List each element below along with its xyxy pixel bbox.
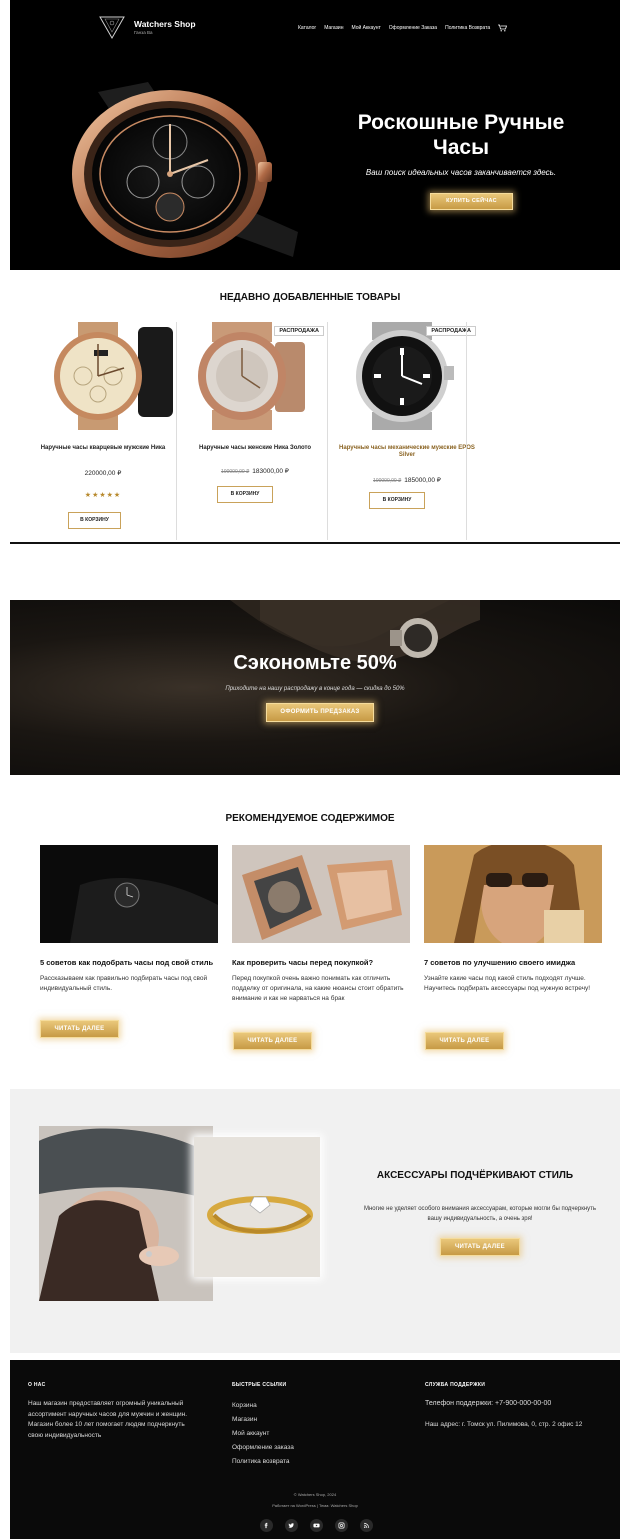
footer-about-heading: О НАС: [28, 1382, 46, 1388]
add-to-cart-button[interactable]: В КОРЗИНУ: [68, 512, 121, 529]
buy-now-button[interactable]: КУПИТЬ СЕЙЧАС: [430, 193, 513, 210]
product-name[interactable]: Наручные часы механические мужские EPOS …: [332, 445, 482, 459]
youtube-icon[interactable]: [310, 1519, 323, 1532]
logo-title: Watchers Shop: [134, 19, 196, 29]
read-more-button[interactable]: ЧИТАТЬ ДАЛЕЕ: [440, 1238, 520, 1256]
footer-about-text: Наш магазин предоставляет огромный уника…: [28, 1400, 188, 1439]
nav-item-returns[interactable]: Политика Возврата: [445, 25, 490, 31]
product-divider: [176, 322, 177, 540]
nav-item-catalog[interactable]: Каталог: [298, 25, 316, 31]
social-links: [260, 1519, 373, 1532]
footer-link-account[interactable]: Мой аккаунт: [232, 1427, 294, 1441]
post-excerpt: Узнайте какие часы под какой стиль подхо…: [424, 975, 591, 992]
product-price: 220000,00 ₽: [84, 470, 122, 477]
sale-promo-banner: Сэкономьте 50% Приходите на нашу распрод…: [10, 600, 620, 775]
hero-subtitle: Ваш поиск идеальных часов заканчивается …: [365, 168, 557, 177]
post-title[interactable]: 7 советов по улучшению своего имиджа: [424, 958, 602, 968]
product-price: 185000,00 ₽: [404, 477, 441, 484]
footer-links: Корзина Магазин Мой аккаунт Оформление з…: [232, 1399, 294, 1469]
post-excerpt: Рассказываем как правильно подбирать час…: [40, 975, 208, 992]
logo-subtitle: Ганза Ва: [134, 30, 153, 35]
ring-image: [194, 1137, 320, 1277]
post-title[interactable]: Как проверить часы перед покупкой?: [232, 958, 410, 968]
read-more-button[interactable]: ЧИТАТЬ ДАЛЕЕ: [233, 1032, 312, 1050]
product-image[interactable]: [28, 322, 178, 430]
footer-link-checkout[interactable]: Оформление заказа: [232, 1441, 294, 1455]
instagram-icon[interactable]: [335, 1519, 348, 1532]
woman-hat-image: [39, 1126, 213, 1301]
cart-icon[interactable]: [498, 24, 508, 32]
product-rating-stars: ★★★★★: [84, 492, 122, 499]
logo-triangle-icon: [99, 16, 125, 40]
product-name[interactable]: Наручные часы женские Ника Золото: [180, 445, 330, 452]
sale-badge: РАСПРОДАЖА: [426, 326, 476, 336]
blog-post-card: 5 советов как подобрать часы под свой ст…: [40, 845, 218, 994]
footer-link-cart[interactable]: Корзина: [232, 1399, 294, 1413]
blog-post-card: 7 советов по улучшению своего имиджа Узн…: [424, 841, 602, 994]
product-image[interactable]: [332, 322, 482, 430]
hero-watch-image: [72, 82, 298, 258]
hero-title: Роскошные Ручные Часы: [357, 111, 565, 159]
accessories-section: АКСЕССУАРЫ ПОДЧЁРКИВАЮТ СТИЛЬ Многие не …: [10, 1089, 620, 1353]
add-to-cart-button[interactable]: В КОРЗИНУ: [369, 492, 425, 509]
accessories-title: АКСЕССУАРЫ ПОДЧЁРКИВАЮТ СТИЛЬ: [376, 1170, 574, 1181]
rss-icon[interactable]: [360, 1519, 373, 1532]
facebook-icon[interactable]: [260, 1519, 273, 1532]
read-more-button[interactable]: ЧИТАТЬ ДАЛЕЕ: [425, 1032, 504, 1050]
blog-post-card: Как проверить часы перед покупкой? Перед…: [232, 845, 410, 1004]
product-price-block: 190000,00 ₽183000,00 ₽: [180, 467, 330, 475]
product-name[interactable]: Наручные часы кварцевые мужские Ника: [28, 445, 178, 452]
footer-support-heading: СЛУЖБА ПОДДЕРЖКИ: [425, 1382, 486, 1388]
footer-phone: Телефон поддержки: +7-900-000-00-00: [425, 1400, 552, 1407]
main-nav: Каталог Магазин Мой Аккаунт Оформление З…: [298, 24, 508, 32]
product-divider: [466, 322, 467, 540]
nav-item-shop[interactable]: Магазин: [324, 25, 343, 31]
product-old-price: 190000,00 ₽: [221, 469, 250, 475]
site-footer: О НАС Наш магазин предоставляет огромный…: [10, 1360, 620, 1539]
promo-subtitle: Приходите на нашу распродажу в конце год…: [225, 686, 405, 692]
featured-content-heading: РЕКОМЕНДУЕМОЕ СОДЕРЖИМОЕ: [225, 813, 395, 824]
nav-item-account[interactable]: Мой Аккаунт: [351, 25, 380, 31]
post-image[interactable]: [232, 845, 410, 943]
footer-address: Наш адрес: г. Томск ул. Пилимова, 0, стр…: [425, 1421, 583, 1428]
product-card[interactable]: РАСПРОДАЖА Наручные часы механические му…: [332, 322, 482, 540]
footer-link-returns[interactable]: Политика возврата: [232, 1455, 294, 1469]
accessories-text: Многие не уделяет особого внимания аксес…: [363, 1206, 597, 1222]
post-image[interactable]: [40, 845, 218, 943]
footer-copyright: © Watchers Shop, 2024: [293, 1492, 337, 1497]
post-excerpt: Перед покупкой очень важно понимать как …: [232, 975, 404, 1002]
twitter-icon[interactable]: [285, 1519, 298, 1532]
promo-title: Сэкономьте 50%: [233, 652, 397, 674]
recent-products-heading: НЕДАВНО ДОБАВЛЕННЫЕ ТОВАРЫ: [219, 292, 401, 303]
hero-banner: Watchers Shop Ганза Ва Каталог Магазин М…: [10, 0, 620, 270]
footer-link-shop[interactable]: Магазин: [232, 1413, 294, 1427]
footer-links-heading: БЫСТРЫЕ ССЫЛКИ: [232, 1382, 287, 1388]
product-image[interactable]: [180, 322, 330, 430]
sale-badge: РАСПРОДАЖА: [274, 326, 324, 336]
footer-credit[interactable]: Работает на WordPress | Тема: Watchers S…: [10, 1503, 620, 1508]
add-to-cart-button[interactable]: В КОРЗИНУ: [217, 486, 273, 503]
section-divider: [10, 542, 620, 544]
read-more-button[interactable]: ЧИТАТЬ ДАЛЕЕ: [40, 1020, 119, 1038]
product-price-block: 190000,00 ₽185000,00 ₽: [332, 476, 482, 484]
nav-item-checkout[interactable]: Оформление Заказа: [389, 25, 437, 31]
post-image[interactable]: [424, 841, 602, 948]
post-title[interactable]: 5 советов как подобрать часы под свой ст…: [40, 958, 218, 968]
product-price: 183000,00 ₽: [252, 468, 289, 475]
product-card[interactable]: Наручные часы кварцевые мужские Ника 220…: [28, 322, 178, 540]
preorder-button[interactable]: ОФОРМИТЬ ПРЕДЗАКАЗ: [266, 703, 374, 722]
site-logo[interactable]: Watchers Shop Ганза Ва: [98, 12, 208, 42]
product-old-price: 190000,00 ₽: [373, 478, 402, 484]
product-divider: [327, 322, 328, 540]
product-card[interactable]: РАСПРОДАЖА Наручные часы женские Ника Зо…: [180, 322, 330, 540]
